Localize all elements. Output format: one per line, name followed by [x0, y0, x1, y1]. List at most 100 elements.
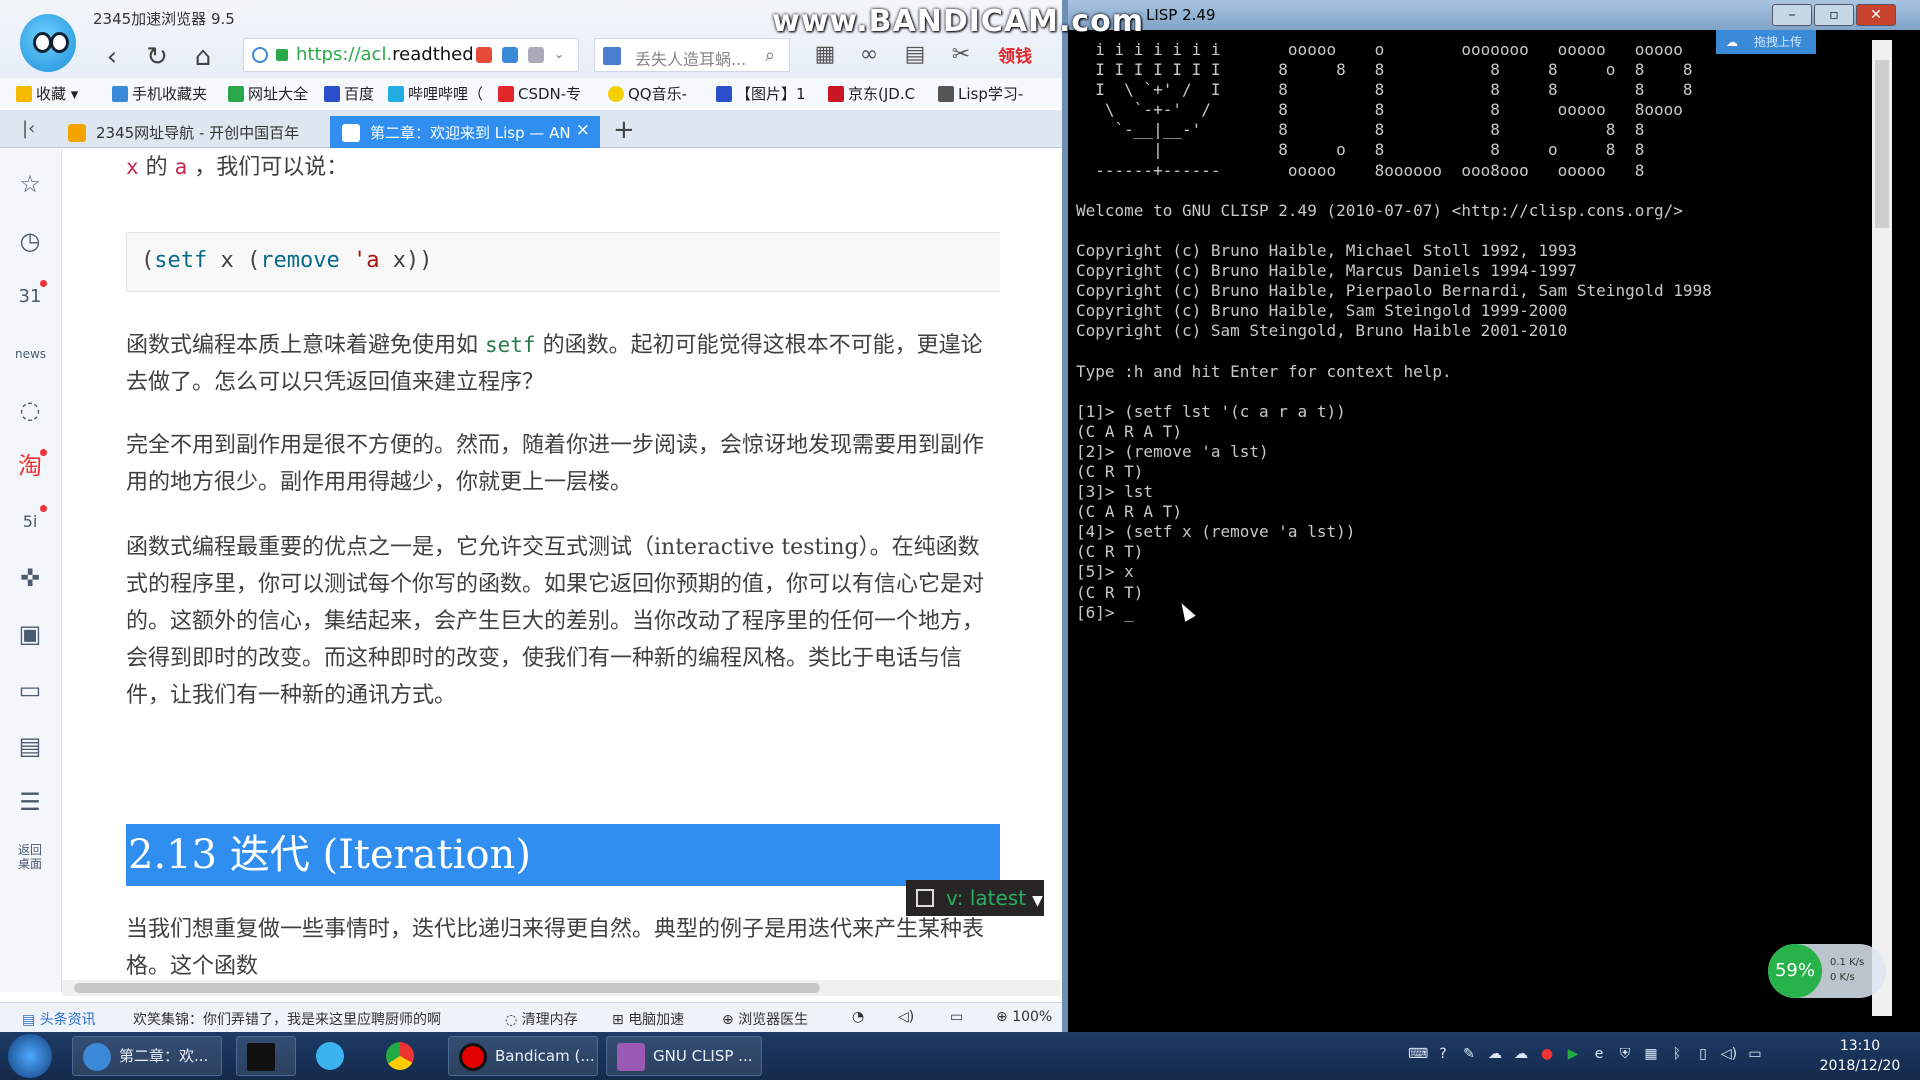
2345-icon: [68, 124, 86, 142]
network-tray-icon[interactable]: ▦: [1642, 1046, 1660, 1064]
chevron-down-icon[interactable]: ⌄: [554, 47, 570, 63]
video-icon[interactable]: ▣: [15, 619, 45, 649]
task-browser[interactable]: 第二章：欢...: [72, 1036, 222, 1076]
keyboard-icon[interactable]: ⌨: [1408, 1046, 1428, 1064]
bookmark-item[interactable]: 百度: [324, 83, 374, 104]
task-bandicam[interactable]: Bandicam (...: [448, 1036, 598, 1076]
jd-icon: [828, 86, 844, 102]
calculator-icon[interactable]: ▤: [15, 731, 45, 761]
rocket-icon[interactable]: [502, 47, 518, 63]
reader-icon[interactable]: ▤: [902, 42, 928, 68]
task-clisp[interactable]: GNU CLISP ...: [606, 1036, 762, 1076]
bookmark-item[interactable]: CSDN-专: [498, 83, 581, 104]
close-tab-icon[interactable]: ×: [576, 120, 590, 140]
tab-lisp-chapter[interactable]: 第二章：欢迎来到 Lisp — AN ×: [330, 116, 600, 148]
chrome-icon: [386, 1042, 414, 1070]
site-block-icon[interactable]: [476, 47, 492, 63]
onedrive-icon[interactable]: ☁: [1512, 1046, 1530, 1064]
close-button[interactable]: ✕: [1856, 4, 1896, 26]
new-tab-button[interactable]: +: [613, 115, 635, 145]
shield-tray-icon[interactable]: ⛨: [1616, 1046, 1634, 1064]
volume-icon[interactable]: ◁): [898, 1009, 914, 1025]
maximize-button[interactable]: ▫: [1814, 4, 1854, 26]
bookmark-item[interactable]: 手机收藏夹: [112, 83, 207, 104]
home-button[interactable]: ⌂: [188, 42, 218, 72]
bilibili-icon: [388, 86, 404, 102]
browser-doctor-button[interactable]: ⊕ 浏览器医生: [722, 1009, 808, 1029]
scissors-icon[interactable]: ✂: [948, 42, 974, 68]
download-speed: 0 K/s: [1830, 972, 1855, 983]
paragraph-side-effects: 完全不用到副作用是很不方便的。然而，随着你进一步阅读，会惊讶地发现需要用到副作用…: [126, 433, 985, 495]
scroll-thumb[interactable]: [74, 983, 820, 993]
address-bar[interactable]: https://acl.readthed ⌄: [243, 38, 579, 72]
compat-icon[interactable]: ◔: [852, 1009, 864, 1025]
globe-icon: [228, 86, 244, 102]
task-chrome[interactable]: [376, 1036, 436, 1076]
search-icon[interactable]: ⌕: [765, 45, 775, 66]
back-to-desktop-icon[interactable]: 返回桌面: [15, 843, 45, 873]
apps-grid-icon[interactable]: ▦: [812, 42, 838, 68]
bookmark-item[interactable]: 【图片】1: [716, 83, 806, 104]
ime-icon[interactable]: ✎: [1460, 1046, 1478, 1064]
record-tray-icon[interactable]: ●: [1538, 1046, 1556, 1064]
inline-code: x: [126, 155, 139, 179]
clean-memory-button[interactable]: ◌ 清理内存: [505, 1009, 578, 1029]
cloud-tray-icon[interactable]: ☁: [1486, 1046, 1504, 1064]
tv-icon[interactable]: ▭: [15, 675, 45, 705]
bookmark-item[interactable]: 京东(JD.C: [828, 83, 915, 104]
bookmark-item[interactable]: 收藏 ▾: [16, 83, 78, 104]
play-tray-icon[interactable]: ▶: [1564, 1046, 1582, 1064]
taobao-icon[interactable]: 淘: [15, 449, 47, 481]
calendar-icon[interactable]: 31: [15, 280, 47, 312]
csdn-icon: [498, 86, 514, 102]
network-monitor-widget[interactable]: 59% 0.1 K/s 0 K/s: [1768, 944, 1886, 998]
phone-icon: [112, 86, 128, 102]
history-icon[interactable]: ◷: [15, 226, 45, 256]
chat-icon[interactable]: ◌: [15, 395, 45, 425]
zoom-level[interactable]: ⊕ 100%: [996, 1009, 1052, 1025]
joke-link[interactable]: 欢笑集锦：你们弄错了，我是来这里应聘厨师的啊: [133, 1009, 441, 1029]
list-icon[interactable]: ☰: [15, 787, 45, 817]
ie-tray-icon[interactable]: e: [1590, 1046, 1608, 1064]
back-button[interactable]: ‹: [97, 42, 127, 72]
5i-icon[interactable]: 5i: [15, 505, 47, 537]
bluetooth-icon[interactable]: ᛒ: [1668, 1046, 1686, 1064]
url-prefix: https://acl.: [296, 44, 393, 65]
terminal-output[interactable]: i i i i i i i ooooo o ooooooo ooooo oooo…: [1076, 40, 1876, 1016]
browser-window: 2345加速浏览器 9.5 ‹ ↻ ⌂ https://acl.readthed…: [0, 0, 1062, 1032]
pc-speedup-button[interactable]: ⊞ 电脑加速: [612, 1009, 684, 1029]
tab-scroll-left-icon[interactable]: |‹: [22, 118, 35, 139]
lightning-icon[interactable]: [528, 47, 544, 63]
refresh-button[interactable]: ↻: [142, 42, 172, 72]
terminal-scrollbar[interactable]: [1872, 40, 1892, 1016]
favorites-icon[interactable]: ☆: [15, 169, 45, 199]
system-clock[interactable]: 13:10 2018/12/20: [1812, 1036, 1908, 1076]
bookmark-item[interactable]: 网址大全: [228, 83, 308, 104]
task-cmd[interactable]: [236, 1036, 296, 1076]
search-input[interactable]: 丢失人造耳蜗...: [635, 46, 746, 70]
gamepad-icon[interactable]: ✜: [15, 563, 45, 593]
screenshot-icon[interactable]: ▭: [950, 1009, 963, 1025]
bookmark-item[interactable]: QQ音乐-: [608, 83, 687, 104]
minimize-button[interactable]: –: [1772, 4, 1812, 26]
scroll-thumb[interactable]: [1875, 60, 1889, 228]
start-button[interactable]: [8, 1034, 52, 1078]
bookmark-item[interactable]: 哔哩哔哩（: [388, 83, 483, 104]
volume-tray-icon[interactable]: ◁): [1720, 1046, 1738, 1064]
bookmark-item[interactable]: Lisp学习-: [938, 83, 1023, 104]
power-icon[interactable]: ▯: [1694, 1046, 1712, 1064]
task-ie[interactable]: [306, 1036, 366, 1076]
news-icon[interactable]: news: [15, 339, 46, 369]
display-tray-icon[interactable]: ▭: [1746, 1046, 1764, 1064]
tab-2345[interactable]: 2345网址导航 - 开创中国百年: [56, 116, 326, 148]
help-icon[interactable]: ?: [1434, 1046, 1452, 1064]
game-controller-icon[interactable]: ∞: [856, 42, 882, 68]
search-box[interactable]: 丢失人造耳蜗... ⌕: [594, 38, 790, 72]
caret-down-icon: ▼: [1032, 893, 1043, 909]
horizontal-scrollbar[interactable]: [62, 980, 1060, 996]
shield-icon: [252, 47, 268, 63]
news-link[interactable]: ▤ 头条资讯: [22, 1009, 96, 1029]
browser-title: 2345加速浏览器 9.5: [93, 10, 235, 28]
get-money-button[interactable]: 领钱: [998, 42, 1032, 67]
version-selector[interactable]: v: latest ▼: [906, 880, 1044, 916]
